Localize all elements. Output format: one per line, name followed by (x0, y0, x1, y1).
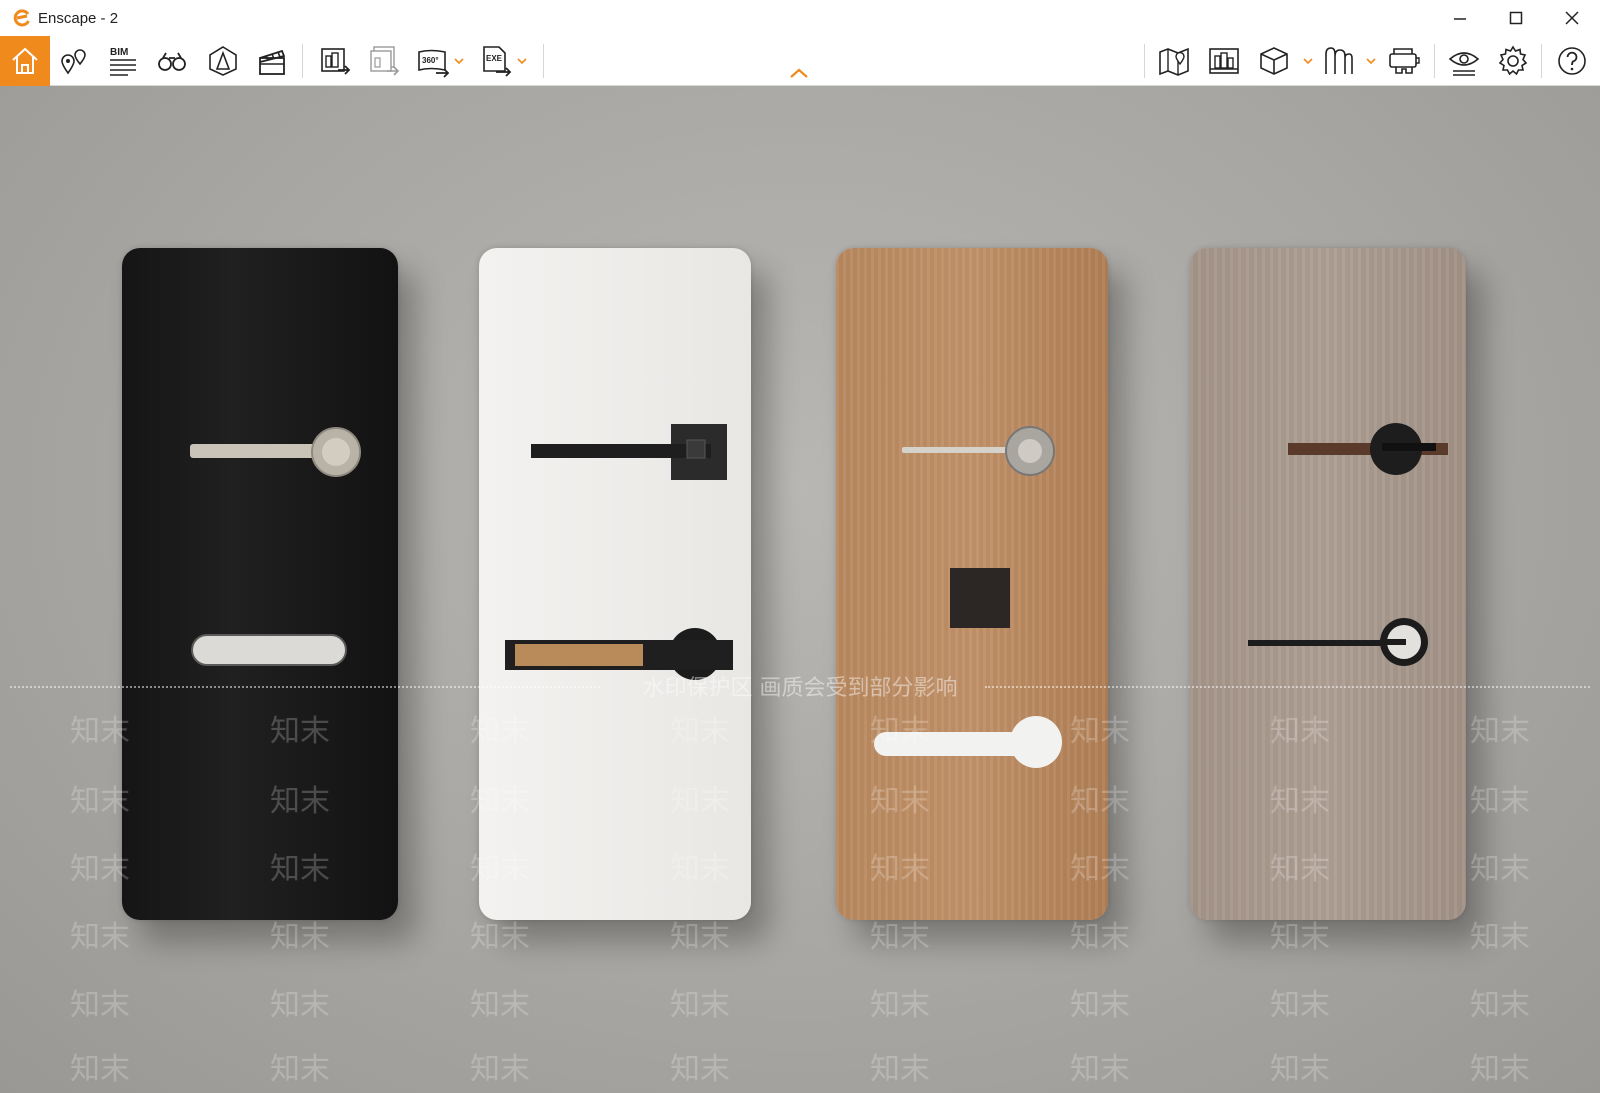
eye-settings-icon (1448, 52, 1480, 76)
maximize-icon (1509, 11, 1523, 25)
material-icon (1325, 47, 1353, 74)
gear-icon (1498, 45, 1528, 76)
watermark-text: 知末 (70, 1052, 130, 1087)
ash-panel-handles (1248, 423, 1448, 666)
watermark-text: 知末 (1470, 988, 1530, 1023)
watermark-text: 知末 (870, 1052, 930, 1087)
location-pins-icon (61, 49, 86, 75)
home-icon (12, 47, 38, 74)
asset-library-button[interactable] (1202, 36, 1246, 86)
watermark-text: 知末 (1070, 988, 1130, 1023)
maximize-button[interactable] (1488, 0, 1544, 36)
upload-model-button[interactable] (1252, 36, 1296, 86)
general-settings-button[interactable] (1491, 36, 1535, 86)
watermark-text: 知末 (1470, 1052, 1530, 1087)
visual-settings-button[interactable] (1442, 36, 1486, 86)
exe-export-button[interactable]: EXE (474, 36, 518, 86)
vr-headset-icon (1389, 48, 1420, 74)
material-dropdown-chevron-icon[interactable] (1365, 55, 1377, 67)
watermark-text: 知末 (70, 920, 130, 955)
minimize-button[interactable] (1432, 0, 1488, 36)
watermark-text: 知末 (70, 784, 130, 819)
material-editor-button[interactable] (1316, 36, 1360, 86)
watermark-text: 知末 (70, 988, 130, 1023)
watermark-text: 知末 (1470, 714, 1530, 749)
watermark-text: 知末 (870, 988, 930, 1023)
binoculars-button[interactable] (150, 36, 194, 86)
batch-export-icon (370, 46, 400, 76)
panorama-dropdown-chevron-icon[interactable] (453, 55, 465, 67)
watermark-text: 知末 (70, 714, 130, 749)
oak-panel-handles (874, 426, 1062, 768)
bim-label: BIM (110, 47, 128, 58)
exe-label: EXE (486, 54, 503, 63)
white-panel-handles (505, 424, 733, 680)
watermark-text: 知末 (1270, 1052, 1330, 1087)
map-icon (1159, 47, 1189, 76)
asset-library-icon (1209, 48, 1239, 74)
watermark-text: 知末 (1270, 988, 1330, 1023)
home-button[interactable] (0, 36, 50, 86)
watermark-text: 知末 (1470, 920, 1530, 955)
window-title: Enscape - 2 (38, 9, 119, 27)
watermark-text: 知末 (1470, 784, 1530, 819)
watermark-text: 知末 (470, 988, 530, 1023)
close-icon (1565, 11, 1579, 25)
toolbar-separator (1541, 44, 1542, 78)
door-sample-black (122, 248, 398, 920)
minimize-icon (1454, 18, 1466, 20)
window-controls (1432, 0, 1600, 36)
map-button[interactable] (1152, 36, 1196, 86)
enscape-logo-icon (13, 9, 30, 27)
door-sample-white (479, 248, 751, 920)
vr-headset-button[interactable] (1382, 36, 1426, 86)
bim-list-icon: BIM (110, 47, 136, 76)
batch-export-button[interactable] (362, 36, 406, 86)
panorama-360-label: 360° (422, 56, 439, 65)
clapperboard-icon (259, 49, 286, 75)
video-editor-button[interactable] (250, 36, 294, 86)
watermark-text: 知末 (70, 852, 130, 887)
watermark-text: 知末 (270, 1052, 330, 1087)
watermark-text: 知末 (470, 1052, 530, 1087)
door-sample-oak (836, 248, 1108, 920)
bim-button[interactable]: BIM (101, 36, 145, 86)
image-export-icon (321, 48, 351, 75)
black-panel-handles (190, 427, 361, 666)
views-button[interactable] (52, 36, 96, 86)
help-button[interactable] (1550, 36, 1594, 86)
exe-dropdown-chevron-icon[interactable] (516, 55, 528, 67)
binoculars-icon (158, 52, 186, 71)
toolbar-separator (1434, 44, 1435, 78)
watermark-text: 知末 (670, 988, 730, 1023)
toolbar-separator (543, 44, 544, 78)
watermark-row: 知末 知末 知末 知末 知末 知末 知末 知末 (0, 980, 1600, 1024)
screenshot-export-button[interactable] (313, 36, 357, 86)
toolbar-separator (1144, 44, 1145, 78)
watermark-row: 知末 知末 知末 知末 知末 知末 知末 知末 (0, 1044, 1600, 1088)
render-viewport[interactable]: 水印保护区 画质会受到部分影响 知末 知末 知末 知末 知末 知末 知末 知末 … (0, 86, 1600, 1093)
model-dropdown-chevron-icon[interactable] (1302, 55, 1314, 67)
help-icon (1558, 47, 1586, 75)
close-button[interactable] (1544, 0, 1600, 36)
watermark-text: 知末 (1470, 852, 1530, 887)
watermark-text: 知末 (1070, 1052, 1130, 1087)
exe-export-icon: EXE (483, 46, 512, 77)
perspective-icon (209, 46, 237, 76)
door-sample-ash (1190, 248, 1466, 920)
collapse-toolbar-chevron-icon[interactable] (788, 66, 810, 80)
enscape-toolbar: BIM 360° EXE (0, 36, 1600, 86)
watermark-text: 知末 (670, 1052, 730, 1087)
panorama-360-icon: 360° (418, 49, 450, 78)
orthographic-button[interactable] (201, 36, 245, 86)
panorama-export-button[interactable]: 360° (411, 36, 455, 86)
watermark-text: 知末 (270, 988, 330, 1023)
title-bar: Enscape - 2 (0, 0, 1600, 36)
watermark-protection-text: 水印保护区 画质会受到部分影响 (642, 676, 958, 701)
cube-icon (1260, 47, 1288, 75)
toolbar-separator (302, 44, 303, 78)
